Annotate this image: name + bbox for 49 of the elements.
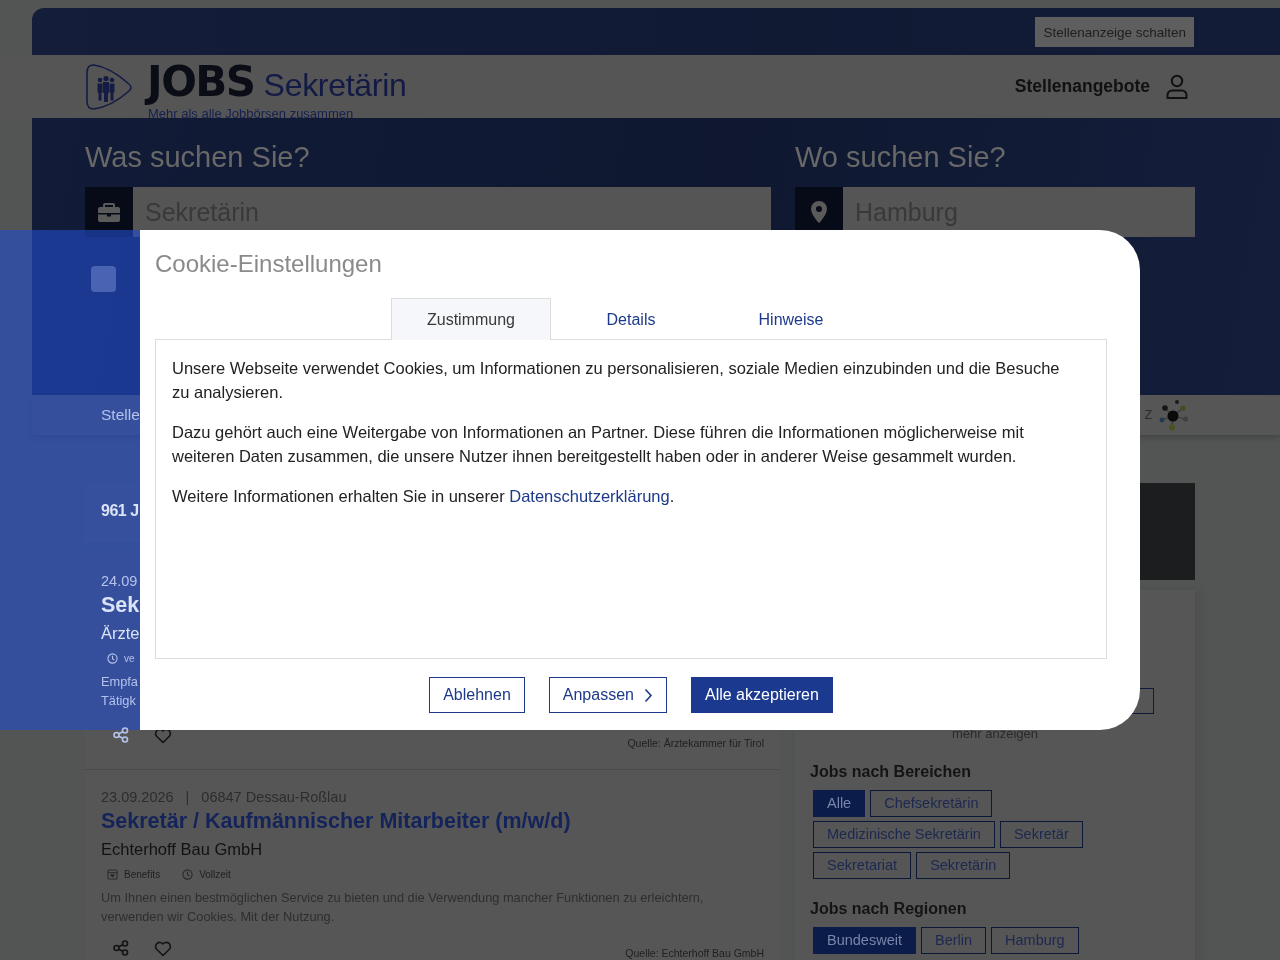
description-text: Empfa	[101, 673, 138, 691]
job-title-link[interactable]: Sek	[101, 590, 140, 620]
share-icon[interactable]	[113, 940, 129, 956]
meta-separator: |	[185, 788, 190, 806]
result-count: 961 J	[101, 501, 139, 520]
filter-chip[interactable]: Sekretärin	[916, 852, 1011, 879]
filter-heading: Jobs nach Bereichen	[810, 762, 972, 782]
briefcase-icon	[97, 200, 121, 224]
filter-chip[interactable]: Bundesweit	[813, 927, 916, 954]
filter-chip[interactable]: Berlin	[920, 927, 987, 954]
filter-chip[interactable]: Chefsekretärin	[870, 790, 993, 817]
description-text: Tätigk	[101, 692, 136, 710]
dialog-tab[interactable]: Details	[551, 298, 711, 340]
job-tag: ve	[124, 652, 135, 664]
checkbox[interactable]	[91, 266, 116, 292]
post-job-button[interactable]: Stellenanzeige schalten	[1035, 17, 1194, 47]
info-text: Dazu gehört auch eine Weitergabe von Informationen an Partner. Diese führen die Informationen möglicherweise mit weiteren Daten zusammen, die unsere Nutzer ihnen bereitgestellt haben oder in anderer Weise gesammelt wurden.	[172, 422, 1025, 467]
filter-chip[interactable]: Sekretariat	[813, 852, 912, 879]
logo-title[interactable]: Sekretärin	[263, 66, 407, 104]
share-icon[interactable]	[113, 727, 129, 743]
filter-chip[interactable]: Sekretär	[999, 821, 1083, 848]
job-date: 24.09	[101, 572, 138, 590]
dialog-title: Cookie-Einstellungen	[155, 249, 383, 279]
job-offers-link[interactable]: Stellenangebote	[1014, 76, 1150, 97]
dialog-tab[interactable]: Zustimmung	[391, 298, 551, 340]
chevron-right-icon	[643, 687, 653, 703]
company-name: Echterhoff Bau GmbH	[101, 839, 263, 860]
accept-all-button[interactable]: Alle akzeptieren	[690, 677, 833, 713]
customize-button[interactable]: Anpassen	[548, 677, 667, 713]
clock-icon	[182, 868, 194, 880]
filter-chip[interactable]: Medizinische Sekretärin	[813, 821, 995, 848]
job-title-link[interactable]: Sekretär / Kaufmännischer Mitarbeiter (m/w/d)	[101, 806, 571, 836]
search-label: Wo suchen Sie?	[795, 140, 1007, 174]
decline-button[interactable]: Ablehnen	[429, 677, 525, 713]
clock-icon	[107, 652, 118, 664]
heart-square-icon	[107, 868, 118, 880]
filter-chip[interactable]: Alle	[813, 790, 866, 817]
logo-tagline: Mehr als alle Jobbörsen zusammen	[148, 105, 355, 121]
subnav-link[interactable]: Stelle	[101, 406, 140, 424]
filter-chip[interactable]: Hamburg	[991, 927, 1079, 954]
privacy-policy-link[interactable]: Datenschutzerklärung	[509, 487, 670, 505]
user-icon[interactable]	[1166, 73, 1188, 100]
search-label: Was suchen Sie?	[85, 140, 311, 174]
people-emblem-icon[interactable]	[85, 62, 133, 111]
info-text: Unsere Webseite verwendet Cookies, um Informationen zu personalisieren, soziale Medien einzubinden und die Besuche zu analysieren.	[172, 358, 1061, 403]
info-text: Weitere Informationen erhalten Sie in unserer Datenschutzerklärung.	[172, 486, 676, 507]
filter-heading: Jobs nach Regionen	[810, 899, 968, 919]
company-name: Ärzte	[101, 623, 140, 644]
dialog-tab[interactable]: Hinweise	[711, 298, 871, 340]
